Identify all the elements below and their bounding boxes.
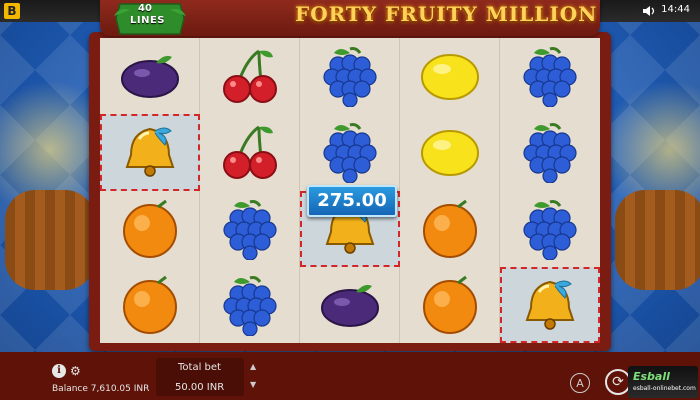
game-title: FORTY FRUITY MILLION (295, 2, 598, 26)
reel-cell-grapes (500, 38, 600, 114)
grapes-symbol-icon (523, 123, 577, 184)
plum-symbol-icon (320, 284, 379, 327)
reel-cell-plum (100, 38, 200, 115)
cherry-symbol-icon (222, 126, 277, 180)
bet-down-icon[interactable]: ▼ (250, 380, 256, 389)
lines-label: LINES (130, 15, 165, 26)
orange-symbol-icon (122, 199, 177, 258)
reel-cell-cherry (200, 38, 300, 115)
grapes-symbol-icon (322, 47, 377, 108)
balance-value: 7,610.05 INR (90, 384, 150, 394)
logo-subtext: esball-onlinebet.com (633, 385, 696, 392)
logo-text: Esball (633, 370, 670, 383)
reel-cell-grapes (500, 191, 600, 267)
lines-count: 40 (138, 3, 152, 14)
bell-symbol-icon (125, 127, 175, 178)
total-bet-label: Total bet (178, 362, 221, 373)
grapes-symbol-icon (523, 199, 577, 260)
lemon-symbol-icon (420, 130, 479, 177)
gear-icon[interactable]: ⚙ (70, 364, 81, 378)
reel-cell-grapes (300, 114, 400, 191)
orange-symbol-icon (122, 275, 177, 334)
reel-cell-bell (100, 114, 200, 191)
reel-cell-grapes (500, 114, 600, 190)
plum-symbol-icon (120, 55, 179, 99)
reel-cell-orange (400, 190, 500, 267)
reel-cell-cherry (200, 114, 300, 191)
reel-cell-plum (300, 266, 400, 343)
bet-up-icon[interactable]: ▲ (250, 362, 256, 371)
grapes-symbol-icon (222, 275, 277, 336)
grapes-symbol-icon (523, 47, 577, 108)
orange-symbol-icon (422, 199, 477, 258)
brand-logo: B (4, 3, 20, 19)
balance-label: Balance (52, 384, 88, 394)
reel-cell-grapes (300, 38, 400, 115)
reel-cell-orange (100, 266, 200, 343)
cherry-symbol-icon (222, 49, 277, 104)
total-bet-value: 50.00 INR (175, 382, 225, 393)
balance-display: Balance 7,610.05 INR (52, 384, 149, 394)
speaker-icon[interactable] (642, 5, 656, 17)
orange-symbol-icon (422, 275, 477, 334)
reel-cell-grapes (200, 190, 300, 267)
reel-cell-orange (100, 190, 200, 267)
clock: 14:44 (661, 4, 690, 15)
lemon-symbol-icon (420, 54, 479, 101)
reel-cell-orange (400, 266, 500, 343)
grapes-symbol-icon (222, 199, 277, 260)
left-barrel (5, 190, 95, 290)
info-icon[interactable]: i (52, 364, 66, 378)
reel-cell-grapes (200, 266, 300, 343)
autoplay-icon[interactable]: A (570, 373, 590, 393)
win-amount: 275.00 (307, 185, 397, 217)
grapes-symbol-icon (322, 123, 377, 184)
bell-symbol-icon (525, 280, 575, 330)
reel-cell-lemon (400, 38, 500, 115)
reel-cell-bell (500, 266, 600, 343)
reel-cell-lemon (400, 114, 500, 191)
right-barrel (615, 190, 700, 290)
